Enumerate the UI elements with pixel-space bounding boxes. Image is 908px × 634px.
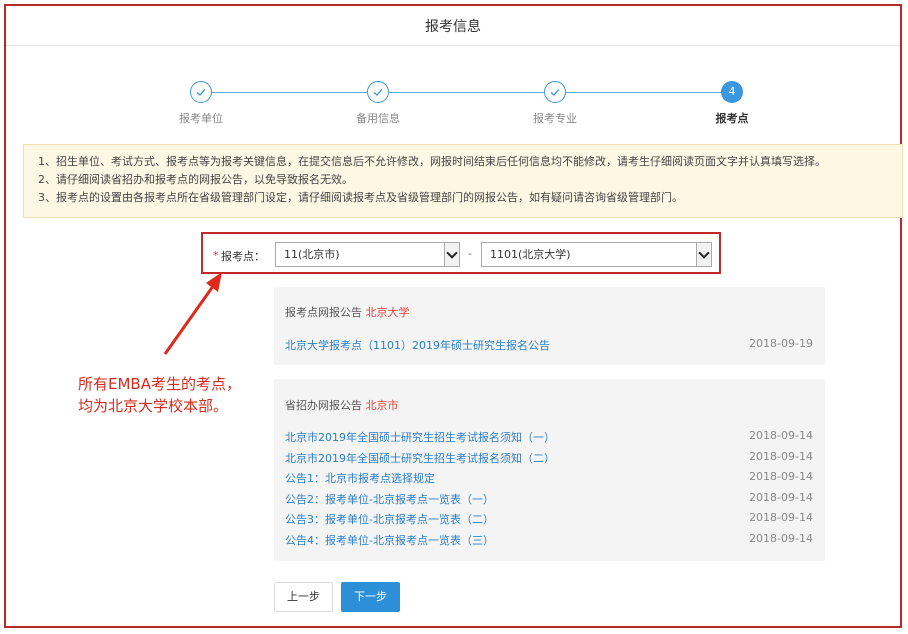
announcement-date: 2018-09-19 <box>749 337 813 350</box>
site-panel-title: 报考点网报公告 北京大学 <box>285 304 410 320</box>
province-announcement-panel: 省招办网报公告 北京市 北京市2019年全国硕士研究生招生考试报名须知（一） 2… <box>274 379 825 561</box>
notice-line: 2、请仔细阅读省招办和报考点的网报公告，以免导致报名无效。 <box>38 173 353 186</box>
announcement-link[interactable]: 公告1：北京市报考点选择规定 <box>285 470 435 486</box>
province-panel-title: 省招办网报公告 北京市 <box>285 397 399 413</box>
notice-line: 3、报考点的设置由各报考点所在省级管理部门设定，请仔细阅读报考点及省级管理部门的… <box>38 191 683 204</box>
province-select[interactable]: 11(北京市) <box>275 242 460 267</box>
site-panel-title-text: 报考点网报公告 <box>285 306 362 319</box>
annotation-line: 均为北京大学校本部。 <box>78 397 229 415</box>
announcement-date: 2018-09-14 <box>749 450 813 463</box>
announcement-link[interactable]: 公告2：报考单位-北京报考点一览表（一） <box>285 491 494 507</box>
step-label-backup: 备用信息 <box>356 112 400 125</box>
annotation-line: 所有EMBA考生的考点， <box>78 375 241 393</box>
notice-line: 1、招生单位、考试方式、报考点等为报考关键信息，在提交信息后不允许修改，网报时间… <box>38 155 826 168</box>
announcement-date: 2018-09-14 <box>749 532 813 545</box>
announcement-link[interactable]: 公告3：报考单位-北京报考点一览表（二） <box>285 511 494 527</box>
site-select[interactable]: 1101(北京大学) <box>481 242 712 267</box>
exam-site-label: 报考点： <box>221 250 265 263</box>
step-label-major: 报考专业 <box>533 112 577 125</box>
annotation-text: 所有EMBA考生的考点， 均为北京大学校本部。 <box>78 373 258 417</box>
step-label-site: 报考点 <box>715 112 749 125</box>
prev-step-button[interactable]: 上一步 <box>274 582 333 612</box>
announcement-link[interactable]: 公告4：报考单位-北京报考点一览表（三） <box>285 532 494 548</box>
progress-stepper: 4 报考单位 备用信息 报考专业 报考点 <box>0 78 908 128</box>
announcement-link[interactable]: 北京市2019年全国硕士研究生招生考试报名须知（一） <box>285 429 555 445</box>
announcement-date: 2018-09-14 <box>749 511 813 524</box>
step-3-check-icon <box>544 81 566 103</box>
site-select-value: 1101(北京大学) <box>490 248 571 261</box>
announcement-link[interactable]: 北京大学报考点（1101）2019年硕士研究生报名公告 <box>285 337 550 353</box>
annotation-arrow-icon <box>163 272 222 355</box>
announcement-date: 2018-09-14 <box>749 491 813 504</box>
step-connector <box>389 92 544 93</box>
announcement-date: 2018-09-14 <box>749 429 813 442</box>
step-connector <box>212 92 367 93</box>
site-panel-title-highlight: 北京大学 <box>365 306 410 319</box>
page-title: 报考信息 <box>425 19 481 35</box>
required-mark: * <box>213 249 219 262</box>
step-2-check-icon <box>367 81 389 103</box>
step-1-check-icon <box>190 81 212 103</box>
site-announcement-panel: 报考点网报公告 北京大学 北京大学报考点（1101）2019年硕士研究生报名公告… <box>274 287 825 365</box>
chevron-down-icon[interactable] <box>696 243 711 266</box>
next-step-button[interactable]: 下一步 <box>341 582 400 612</box>
step-label-unit: 报考单位 <box>179 112 223 125</box>
province-panel-title-text: 省招办网报公告 <box>285 399 362 412</box>
province-panel-title-highlight: 北京市 <box>365 399 399 412</box>
step-4-number: 4 <box>721 81 743 103</box>
step-connector <box>566 92 721 93</box>
province-select-value: 11(北京市) <box>284 248 340 261</box>
notice-box: 1、招生单位、考试方式、报考点等为报考关键信息，在提交信息后不允许修改，网报时间… <box>23 144 903 218</box>
select-separator: - <box>468 247 472 260</box>
chevron-down-icon[interactable] <box>444 243 459 266</box>
page-header: 报考信息 <box>6 6 900 46</box>
announcement-date: 2018-09-14 <box>749 470 813 483</box>
exam-site-selector: * 报考点： 11(北京市) - 1101(北京大学) <box>201 232 721 274</box>
announcement-link[interactable]: 北京市2019年全国硕士研究生招生考试报名须知（二） <box>285 450 555 466</box>
